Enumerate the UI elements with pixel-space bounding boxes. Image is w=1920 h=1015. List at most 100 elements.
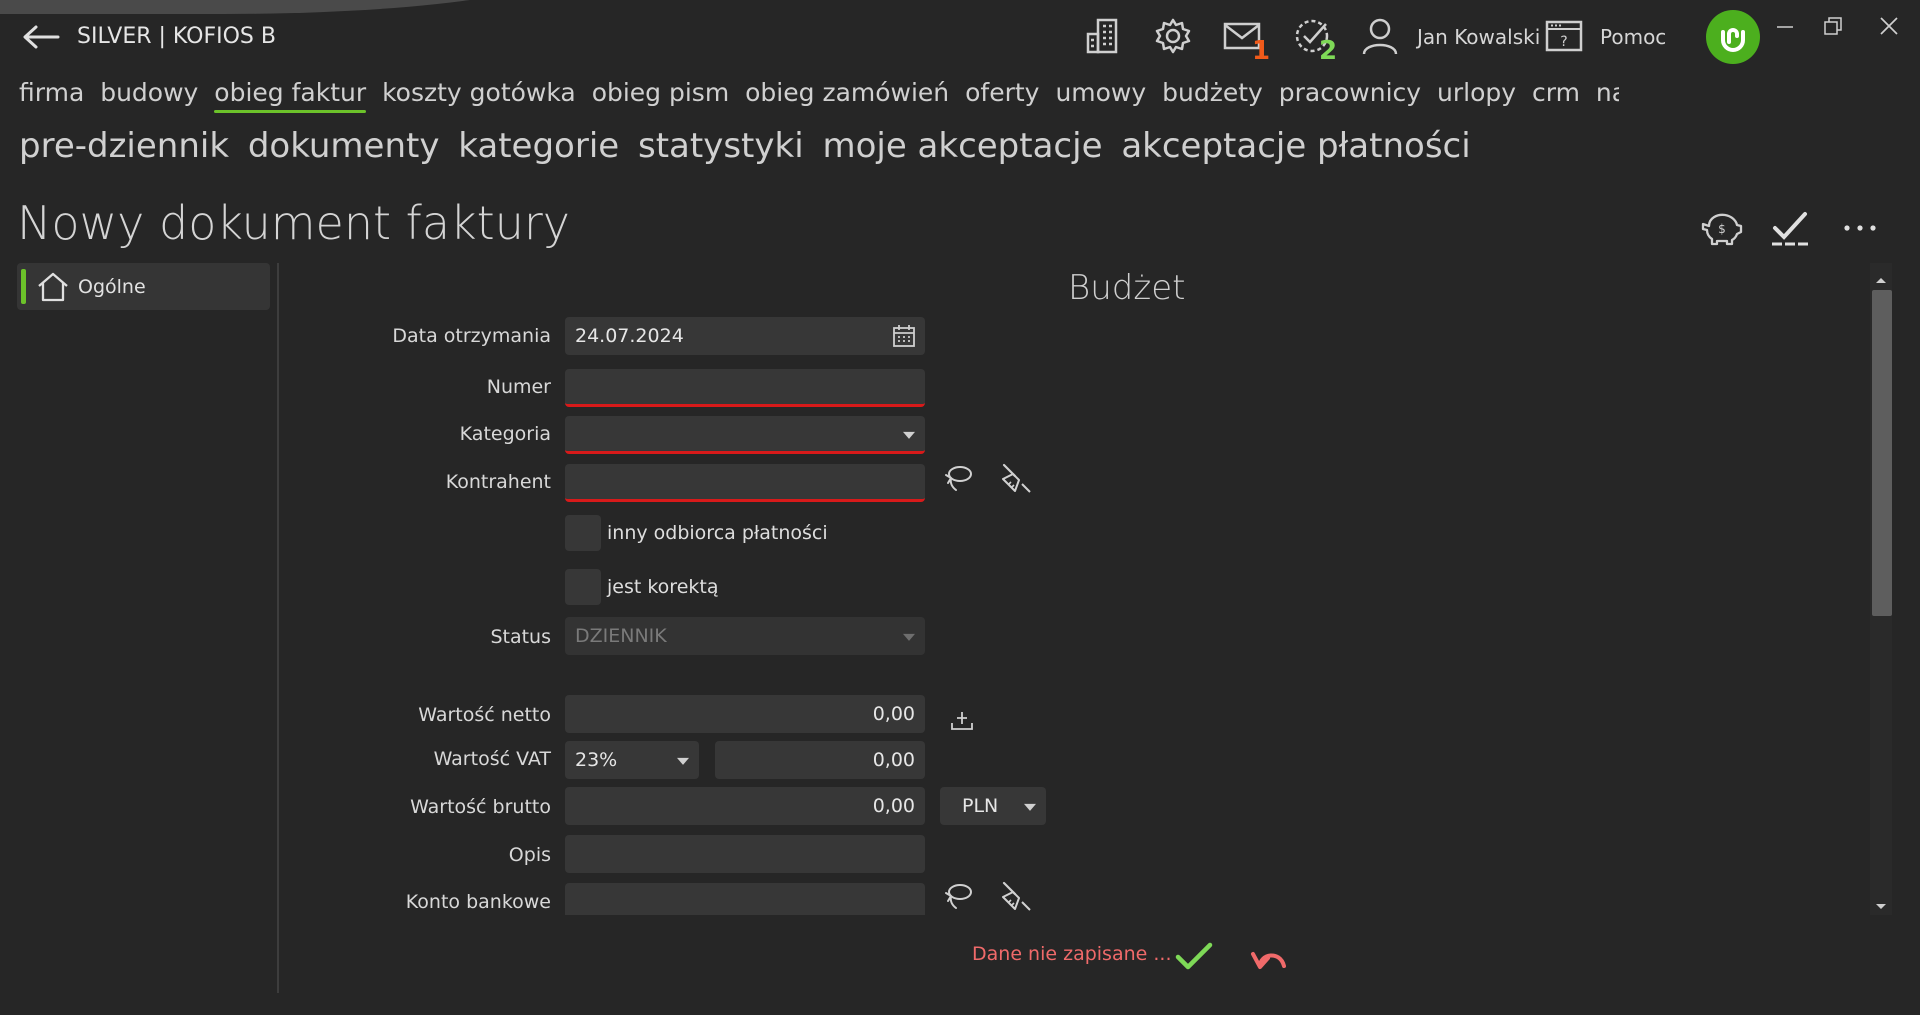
broom-icon bbox=[1002, 463, 1031, 493]
user-name[interactable]: Jan Kowalski bbox=[1417, 25, 1540, 49]
upload-tray-icon bbox=[951, 712, 973, 730]
subnav-item-kategorie[interactable]: kategorie bbox=[458, 126, 619, 166]
nav-item-obieg-faktur[interactable]: obieg faktur bbox=[214, 78, 366, 113]
nav-item-obieg-zamowien[interactable]: obieg zamówień bbox=[745, 78, 949, 107]
bank-account-clear-button[interactable] bbox=[998, 878, 1034, 914]
minimize-icon bbox=[1777, 26, 1793, 28]
subnav-item-moje-akceptacje[interactable]: moje akceptacje bbox=[822, 126, 1102, 166]
nav-item-budowy[interactable]: budowy bbox=[100, 78, 198, 107]
restore-button[interactable] bbox=[1818, 14, 1848, 38]
home-icon bbox=[38, 272, 68, 301]
nav-item-umowy[interactable]: umowy bbox=[1055, 78, 1146, 107]
tasks-badge: 2 bbox=[1319, 36, 1338, 66]
building-icon bbox=[1086, 18, 1118, 54]
nav-item-urlopy[interactable]: urlopy bbox=[1437, 78, 1516, 107]
nav-item-narzedzia[interactable]: narzędzia bbox=[1596, 78, 1619, 107]
bank-account-lookup-button[interactable] bbox=[940, 878, 976, 914]
check-icon bbox=[1175, 942, 1213, 970]
currency-select[interactable]: PLN bbox=[940, 787, 1046, 825]
description-input[interactable] bbox=[565, 835, 925, 873]
more-options-button[interactable] bbox=[1836, 204, 1884, 252]
settings-button[interactable] bbox=[1151, 14, 1195, 58]
status-select: DZIENNIK bbox=[565, 617, 925, 655]
budget-button[interactable]: $ bbox=[1698, 204, 1746, 252]
piggy-bank-icon: $ bbox=[1701, 213, 1743, 246]
help-label[interactable]: Pomoc bbox=[1600, 25, 1666, 49]
vat-rate-select[interactable]: 23% bbox=[565, 741, 699, 779]
scrollbar-thumb[interactable] bbox=[1872, 290, 1892, 616]
nav-item-koszty-gotowka[interactable]: koszty gotówka bbox=[382, 78, 576, 107]
lasso-select-icon bbox=[945, 884, 972, 909]
user-button[interactable] bbox=[1358, 14, 1402, 58]
net-value-input[interactable]: 0,00 bbox=[565, 695, 925, 733]
gross-value-label: Wartość brutto bbox=[410, 796, 551, 818]
chevron-down-icon bbox=[1024, 803, 1036, 811]
logo-icon bbox=[1721, 28, 1745, 52]
side-item-ogolne[interactable]: Ogólne bbox=[17, 263, 270, 310]
vat-value-input[interactable]: 0,00 bbox=[715, 741, 925, 779]
number-label: Numer bbox=[486, 376, 551, 398]
description-label: Opis bbox=[508, 844, 551, 866]
main-nav: firma budowy obieg faktur koszty gotówka… bbox=[19, 78, 1619, 118]
app-title: SILVER | KOFIOS B bbox=[77, 24, 276, 49]
nav-item-firma[interactable]: firma bbox=[19, 78, 84, 107]
date-received-field[interactable]: 24.07.2024 bbox=[565, 317, 925, 355]
vat-rate-value: 23% bbox=[575, 749, 618, 771]
bank-account-input[interactable] bbox=[565, 883, 925, 915]
side-item-label: Ogólne bbox=[78, 275, 146, 298]
status-value: DZIENNIK bbox=[575, 625, 667, 647]
calendar-icon[interactable] bbox=[891, 323, 917, 349]
active-indicator bbox=[21, 269, 26, 304]
subnav-item-dokumenty[interactable]: dokumenty bbox=[248, 126, 440, 166]
user-icon bbox=[1362, 18, 1398, 55]
number-input[interactable] bbox=[565, 369, 925, 407]
titlebar-decoration bbox=[0, 0, 560, 14]
gross-value-input[interactable]: 0,00 bbox=[565, 787, 925, 825]
buildings-button[interactable] bbox=[1082, 14, 1126, 58]
restore-icon bbox=[1824, 17, 1842, 35]
arrow-left-icon bbox=[23, 25, 60, 49]
subnav-item-statystyki[interactable]: statystyki bbox=[638, 126, 804, 166]
more-horizontal-icon bbox=[1844, 225, 1876, 231]
back-button[interactable] bbox=[20, 20, 62, 54]
check-underline-icon bbox=[1772, 212, 1808, 246]
accept-button[interactable] bbox=[1766, 204, 1814, 252]
subnav-item-pre-dziennik[interactable]: pre-dziennik bbox=[19, 126, 229, 166]
gear-icon bbox=[1155, 18, 1191, 54]
mail-badge: 1 bbox=[1252, 36, 1271, 66]
net-import-button[interactable] bbox=[944, 702, 980, 738]
chevron-down-icon bbox=[677, 757, 689, 765]
chevron-down-icon bbox=[903, 633, 915, 641]
date-received-value: 24.07.2024 bbox=[575, 325, 684, 347]
svg-text:?: ? bbox=[1560, 34, 1567, 50]
category-label: Kategoria bbox=[459, 423, 551, 445]
vat-value-label: Wartość VAT bbox=[433, 748, 551, 770]
help-window-icon: ? bbox=[1545, 20, 1583, 52]
undo-button[interactable] bbox=[1248, 936, 1292, 976]
nav-item-budzety[interactable]: budżety bbox=[1162, 78, 1263, 107]
nav-item-pracownicy[interactable]: pracownicy bbox=[1279, 78, 1421, 107]
page-title: Nowy dokument faktury bbox=[17, 196, 571, 250]
chevron-down-icon bbox=[903, 431, 915, 439]
contractor-clear-button[interactable] bbox=[998, 460, 1034, 496]
scroll-up-icon[interactable] bbox=[1874, 270, 1888, 289]
nav-item-obieg-pism[interactable]: obieg pism bbox=[592, 78, 730, 107]
nav-item-oferty[interactable]: oferty bbox=[965, 78, 1039, 107]
nav-item-crm[interactable]: crm bbox=[1532, 78, 1580, 107]
category-select[interactable] bbox=[565, 416, 925, 454]
contractor-input[interactable] bbox=[565, 464, 925, 502]
net-value-label: Wartość netto bbox=[418, 704, 551, 726]
minimize-button[interactable] bbox=[1770, 14, 1800, 38]
close-button[interactable] bbox=[1874, 14, 1904, 38]
save-button[interactable] bbox=[1172, 936, 1216, 976]
scroll-down-icon[interactable] bbox=[1874, 897, 1888, 916]
is-correction-checkbox[interactable] bbox=[565, 569, 601, 605]
is-correction-label[interactable]: jest korektą bbox=[607, 576, 719, 598]
svg-text:$: $ bbox=[1718, 222, 1726, 236]
other-payee-checkbox[interactable] bbox=[565, 515, 601, 551]
subnav-item-akceptacje-platnosci[interactable]: akceptacje płatności bbox=[1121, 126, 1470, 166]
app-logo bbox=[1706, 10, 1760, 64]
contractor-lookup-button[interactable] bbox=[940, 460, 976, 496]
other-payee-label[interactable]: inny odbiorca płatności bbox=[607, 522, 828, 544]
help-button[interactable]: ? bbox=[1542, 14, 1586, 58]
